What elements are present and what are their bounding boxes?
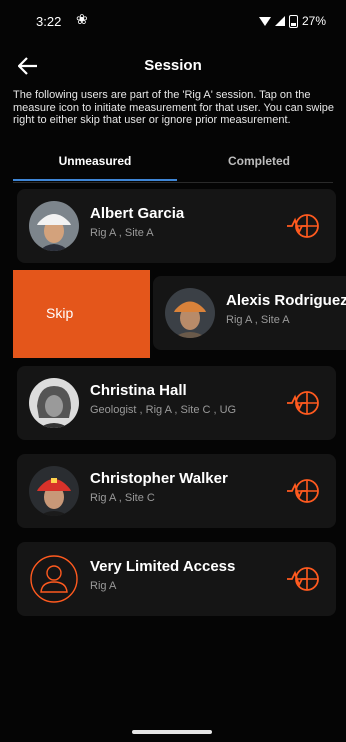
measure-button[interactable] <box>286 562 322 596</box>
avatar <box>29 201 79 251</box>
user-card[interactable]: Christina Hall Geologist , Rig A , Site … <box>17 366 336 440</box>
user-name: Christopher Walker <box>90 470 228 487</box>
user-details: Rig A <box>90 580 117 592</box>
battery-level: 27% <box>301 14 326 28</box>
tab-divider <box>13 182 333 183</box>
wifi-icon <box>258 16 271 26</box>
measure-button[interactable] <box>286 209 322 243</box>
user-card-swiped[interactable]: Alexis Rodriguez Rig A , Site A <box>153 276 346 350</box>
status-time: 3:22 <box>36 14 62 29</box>
user-name: Christina Hall <box>90 382 187 399</box>
user-name: Albert Garcia <box>90 205 185 222</box>
user-card[interactable]: Very Limited Access Rig A <box>17 542 336 616</box>
avatar <box>29 466 79 516</box>
measure-icon <box>287 391 319 415</box>
user-card[interactable]: Christopher Walker Rig A , Site C <box>17 454 336 528</box>
session-screen: 3:22 ❀ 27% Session The following users a… <box>0 0 346 742</box>
skip-label: Skip <box>46 305 74 321</box>
status-icons: 27% <box>258 14 326 28</box>
home-indicator[interactable] <box>132 730 212 734</box>
measure-button[interactable] <box>286 386 322 420</box>
user-details: Rig A , Site A <box>90 227 154 239</box>
user-icon <box>30 555 78 603</box>
measure-icon <box>287 567 319 591</box>
measure-button[interactable] <box>286 474 322 508</box>
avatar <box>165 288 215 338</box>
avatar <box>29 378 79 428</box>
measure-icon <box>287 479 319 503</box>
tab-bar: Unmeasured Completed <box>13 152 333 182</box>
fan-icon: ❀ <box>76 11 88 27</box>
measure-icon <box>287 214 319 238</box>
battery-icon <box>288 14 298 28</box>
skip-action-button[interactable]: Skip <box>13 270 150 358</box>
status-bar: 3:22 ❀ 27% <box>0 0 346 38</box>
signal-icon <box>274 16 285 26</box>
page-title: Session <box>144 57 202 74</box>
user-details: Rig A , Site C <box>90 492 155 504</box>
tab-unmeasured[interactable]: Unmeasured <box>13 152 177 182</box>
user-details: Rig A , Site A <box>226 314 290 326</box>
user-name: Very Limited Access <box>90 558 236 575</box>
app-bar: Session <box>0 52 346 80</box>
tab-completed[interactable]: Completed <box>177 152 341 182</box>
user-card[interactable]: Albert Garcia Rig A , Site A <box>17 189 336 263</box>
user-details: Geologist , Rig A , Site C , UG <box>90 404 237 416</box>
session-description: The following users are part of the 'Rig… <box>13 89 335 126</box>
avatar-placeholder <box>29 554 79 604</box>
user-name: Alexis Rodriguez <box>226 292 346 309</box>
